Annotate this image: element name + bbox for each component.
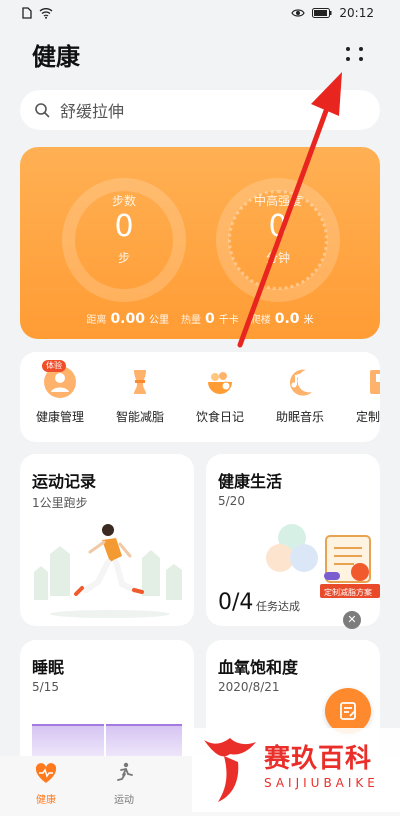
trial-badge: 体验 [42,360,66,372]
healthy-life-card[interactable]: 健康生活 5/20 定制减脂方案 0/4 任务达成 [206,454,380,626]
service-smart-fat-loss[interactable]: 智能减脂 [100,366,180,425]
status-icons-left [22,7,53,19]
service-label: 定制 [356,410,380,424]
exercise-record-card[interactable]: 运动记录 1公里跑步 [20,454,194,626]
steps-value: 0 [114,209,134,244]
service-label: 智能减脂 [115,410,164,424]
service-diet-diary[interactable]: 饮食日记 [180,366,260,425]
status-icons-right: 20:12 [291,6,374,20]
distance-unit: 公里 [148,315,169,326]
body-shape-icon [124,366,156,398]
whale-tail-logo-icon [204,738,256,802]
distance-label: 距离 [86,315,107,326]
fat-loss-plan-banner: 定制减脂方案 [324,588,372,597]
task-progress-label: 任务达成 [256,600,300,613]
intensity-label: 中高强度 [253,194,302,208]
task-progress: 0/4 [218,590,254,615]
calories-value: 0 [204,311,215,327]
climb-unit: 米 [303,315,314,326]
header: 健康 [0,30,400,78]
card-title: 健康生活 [218,472,283,491]
distance-stat: 距离 0.00 公里 [86,311,169,327]
services-row: 体验 健康管理 智能减脂 饮食日记 助眠音乐 定制 [20,352,380,442]
plan-book-icon [362,366,380,398]
sleep-card[interactable]: 睡眠 5/15 [20,640,194,770]
card-subtitle: 1公里跑步 [32,496,88,510]
watermark-title: 赛玖百科 [264,744,373,774]
steps-unit: 步 [117,251,130,265]
search-icon [35,103,50,118]
nav-health[interactable]: 健康 [6,762,86,806]
more-options-button[interactable] [338,37,372,71]
steps-label: 步数 [111,194,136,208]
service-label: 助眠音乐 [275,410,324,424]
service-health-management[interactable]: 体验 健康管理 [20,360,100,425]
calories-label: 热量 [180,315,201,326]
calories-stat: 热量 0 千卡 [181,311,239,327]
status-time: 20:12 [339,6,374,20]
card-title: 睡眠 [32,658,65,677]
note-edit-icon [340,702,356,720]
dot [358,47,363,51]
page-title: 健康 [32,42,80,71]
card-subtitle: 5/15 [32,680,59,694]
activity-card[interactable]: 步数 0 步 中高强度 0 分钟 距离 0.00 公里 热量 0 千卡 爬楼 0… [20,147,380,339]
nav-exercise[interactable]: 运动 [84,762,164,806]
eye-icon [291,9,306,17]
food-bowl-icon [204,366,236,398]
wifi-icon [39,8,53,19]
watermark: 赛玖百科 SAIJIUBAIKE [192,728,400,812]
distance-value: 0.00 [110,311,145,327]
search-placeholder: 舒缓拉伸 [60,102,125,121]
service-custom[interactable]: 定制 [338,366,380,425]
dot [345,47,350,51]
intensity-unit: 分钟 [265,251,290,265]
service-sleep-music[interactable]: 助眠音乐 [260,366,340,425]
activity-stats: 距离 0.00 公里 热量 0 千卡 爬楼 0.0 米 [20,311,380,327]
search-bar[interactable]: 舒缓拉伸 [20,90,380,130]
climb-label: 爬楼 [250,315,271,326]
service-label: 健康管理 [35,410,84,424]
runner-illustration-icon [34,524,182,618]
card-title: 血氧饱和度 [218,658,299,677]
dot [345,57,350,61]
climb-stat: 爬楼 0.0 米 [251,311,314,327]
watermark-subtitle: SAIJIUBAIKE [264,776,379,790]
sim-icon [22,7,32,19]
status-bar: 20:12 [0,0,400,26]
calories-unit: 千卡 [218,315,239,326]
heart-pulse-icon [35,763,57,783]
card-title: 运动记录 [32,472,97,491]
card-subtitle: 2020/8/21 [218,680,280,694]
intensity-value: 0 [268,209,288,244]
nav-label: 健康 [36,795,56,806]
card-subtitle: 5/20 [218,494,245,508]
battery-icon [312,8,332,18]
dot [358,57,363,61]
running-icon [117,762,133,781]
moon-music-icon [284,366,316,398]
climb-value: 0.0 [274,311,300,327]
service-label: 饮食日记 [195,410,244,424]
close-icon[interactable]: ✕ [343,611,361,629]
balance-circles-icon [266,524,318,572]
nav-label: 运动 [114,795,134,806]
